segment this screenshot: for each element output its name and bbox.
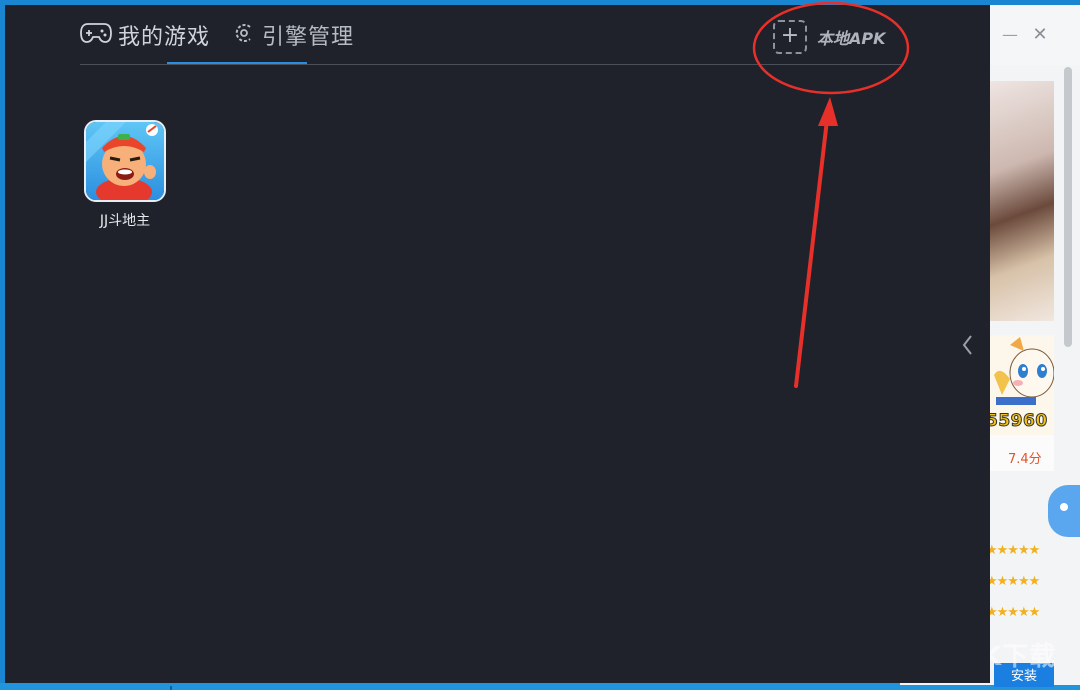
star-rating-row: ★★★★★ bbox=[986, 574, 1040, 589]
emulator-game-panel: 我的游戏 引擎管理 + 本地APK JJ斗地主 bbox=[5, 5, 990, 683]
star-rating-row: ★★★★★ bbox=[986, 605, 1040, 620]
add-dashed-icon: + bbox=[773, 20, 807, 54]
tab-my-games-label: 我的游戏 bbox=[118, 25, 211, 50]
gamepad-icon bbox=[80, 22, 112, 48]
minimize-button[interactable]: — bbox=[1000, 25, 1020, 45]
assistant-bubble[interactable] bbox=[1048, 485, 1080, 537]
assistant-bubble-eye bbox=[1060, 503, 1068, 511]
tab-engine-management[interactable]: 引擎管理 bbox=[232, 17, 354, 53]
game-tile-jj-doudizhu[interactable]: JJ斗地主 bbox=[80, 120, 170, 240]
game-card-code: 55960 bbox=[986, 411, 1048, 432]
close-button[interactable]: ✕ bbox=[1030, 25, 1050, 45]
taskbar-separator bbox=[170, 686, 172, 690]
star-rating-row: ★★★★★ bbox=[986, 543, 1040, 558]
doudizhu-character-icon bbox=[86, 122, 164, 200]
banner-image-character[interactable] bbox=[990, 81, 1054, 321]
tab-my-games[interactable]: 我的游戏 bbox=[80, 17, 210, 53]
engine-icon bbox=[232, 21, 256, 49]
chevron-left-icon[interactable] bbox=[957, 330, 979, 360]
tab-engine-management-label: 引擎管理 bbox=[262, 25, 355, 50]
scrollbar-thumb[interactable] bbox=[1064, 67, 1072, 347]
game-rating: 7.4分 bbox=[1008, 452, 1042, 467]
game-name-label: JJ斗地主 bbox=[99, 213, 151, 229]
game-app-icon[interactable] bbox=[84, 120, 166, 202]
local-apk-button[interactable]: + 本地APK bbox=[773, 19, 886, 55]
local-apk-label: 本地APK bbox=[817, 29, 886, 48]
header-divider bbox=[80, 64, 902, 65]
